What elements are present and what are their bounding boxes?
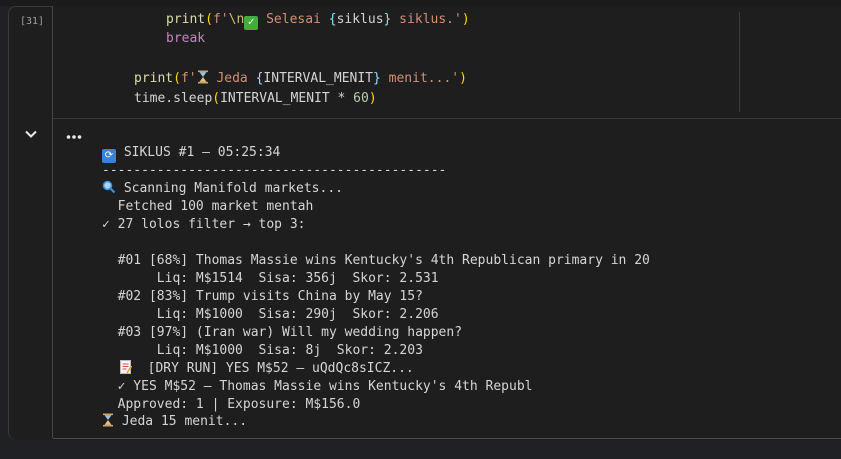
- code-token: siklus.': [391, 12, 462, 27]
- code-token: siklus: [336, 12, 384, 27]
- output-line-dry-run: [DRY RUN] YES M$52 — uQdQc8sICZ...: [102, 360, 414, 378]
- output-text: SIKLUS #1 — 05:25:34: [116, 145, 281, 160]
- output-line-scanning: Scanning Manifold markets...: [102, 180, 343, 198]
- hourglass-icon: [197, 70, 208, 84]
- output-text: Fetched 100 market mentah: [102, 199, 314, 214]
- code-token: }: [373, 71, 381, 86]
- code-token: ): [459, 71, 467, 86]
- memo-icon: [120, 360, 132, 374]
- output-text: ✓ 27 lolos filter → top 3:: [102, 217, 306, 232]
- output-text: #03 [97%] (Iran war) Will my wedding hap…: [102, 325, 463, 340]
- output-text: ----------------------------------------…: [102, 163, 447, 178]
- output-line-separator: ----------------------------------------…: [102, 162, 446, 180]
- output-line-market-2-stats: Liq: M$1000 Sisa: 290j Skor: 2.206: [102, 306, 439, 324]
- output-text: ✓ YES M$52 — Thomas Massie wins Kentucky…: [102, 379, 533, 394]
- output-line-market-1-stats: Liq: M$1514 Sisa: 356j Skor: 2.531: [102, 270, 439, 288]
- output-line-jeda: Jeda 15 menit...: [102, 413, 247, 431]
- output-text: Jeda 15 menit...: [114, 414, 248, 429]
- output-text: Approved: 1 | Exposure: M$156.0: [102, 397, 361, 412]
- output-text: Liq: M$1000 Sisa: 8j Skor: 2.203: [102, 343, 423, 358]
- output-divider: [53, 118, 841, 119]
- code-token: INTERVAL_MENIT: [263, 71, 373, 86]
- output-text: #02 [83%] Trump visits China by May 15?: [102, 289, 423, 304]
- more-horiz-icon: [66, 135, 82, 139]
- code-token: menit...': [380, 71, 460, 86]
- check-mark-icon: ✓: [244, 16, 259, 30]
- output-line-market-3-stats: Liq: M$1000 Sisa: 8j Skor: 2.203: [102, 342, 423, 360]
- code-token: INTERVAL_MENIT *: [220, 91, 354, 106]
- output-line-fetched: Fetched 100 market mentah: [102, 198, 314, 216]
- code-line-1: print(f'\n ✓ Selesai {siklus} siklus.'): [166, 10, 470, 30]
- code-token: (: [205, 12, 213, 27]
- code-line-4: time.sleep(INTERVAL_MENIT * 60): [134, 89, 377, 109]
- output-line-market-3: #03 [97%] (Iran war) Will my wedding hap…: [102, 324, 462, 342]
- code-token: break: [166, 31, 206, 46]
- output-menu-button[interactable]: [66, 128, 82, 144]
- output-text: Scanning Manifold markets...: [116, 181, 343, 196]
- code-token: ): [461, 12, 470, 27]
- code-token: \n: [228, 12, 245, 27]
- cycle-arrows-icon: ⟳: [102, 149, 116, 163]
- code-token: f': [180, 71, 197, 86]
- output-text: Liq: M$1514 Sisa: 356j Skor: 2.531: [102, 271, 439, 286]
- output-line-market-1: #01 [68%] Thomas Massie wins Kentucky's …: [102, 252, 650, 270]
- cell-bottom-border: [53, 438, 841, 439]
- code-token: {: [328, 12, 337, 27]
- code-token: (: [212, 91, 221, 106]
- code-ruler: [739, 12, 740, 112]
- code-token: 60: [353, 91, 369, 106]
- output-line-yes: ✓ YES M$52 — Thomas Massie wins Kentucky…: [102, 378, 533, 396]
- output-line-filter: ✓ 27 lolos filter → top 3:: [102, 216, 306, 234]
- collapse-output-button[interactable]: [23, 126, 39, 142]
- code-token: f': [212, 12, 229, 27]
- code-line-3: print(f' Jeda {INTERVAL_MENIT} menit...'…: [134, 69, 467, 89]
- code-token: print: [166, 12, 206, 27]
- output-line-market-2: #02 [83%] Trump visits China by May 15?: [102, 288, 423, 306]
- output-line-approved: Approved: 1 | Exposure: M$156.0: [102, 396, 361, 414]
- magnifier-icon: [102, 180, 116, 194]
- code-token: Selesai: [258, 12, 329, 27]
- output-text: [DRY RUN] YES M$52 — uQdQc8sICZ...: [132, 361, 414, 376]
- hourglass-icon: [103, 413, 113, 427]
- output-text: Liq: M$1000 Sisa: 290j Skor: 2.206: [102, 307, 439, 322]
- code-token: time.sleep: [134, 91, 213, 106]
- code-token: print: [134, 71, 174, 86]
- code-line-2: break: [166, 29, 205, 49]
- code-token: (: [173, 71, 181, 86]
- chevron-down-icon: [25, 130, 37, 138]
- code-token: Jeda: [208, 71, 256, 86]
- execution-count: [31]: [20, 16, 45, 27]
- output-text: #01 [68%] Thomas Massie wins Kentucky's …: [102, 253, 650, 268]
- code-token: ): [368, 91, 377, 106]
- output-line-cycle: ⟳ SIKLUS #1 — 05:25:34: [102, 144, 281, 163]
